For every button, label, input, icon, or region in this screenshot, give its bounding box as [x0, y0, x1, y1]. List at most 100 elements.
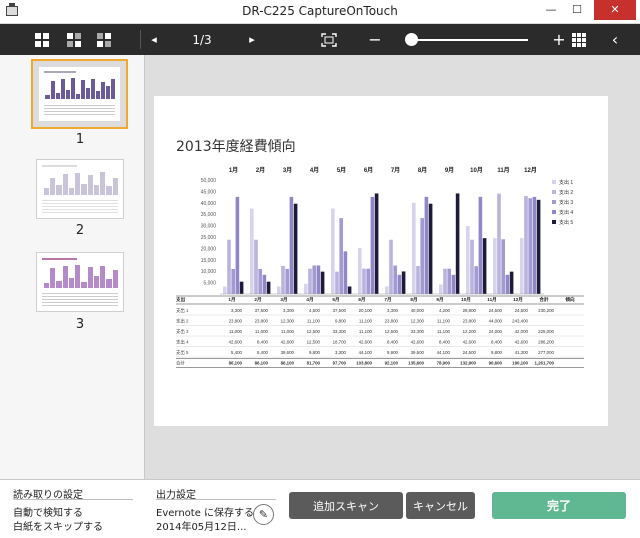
- table-cell: 3,300: [231, 308, 243, 313]
- table-cell: 230,200: [538, 308, 554, 313]
- table-cell: 44,100: [359, 350, 373, 355]
- table-cell: 8,400: [257, 340, 269, 345]
- table-cell: 23,800: [255, 319, 269, 324]
- output-filename[interactable]: 2014年05月12日...: [156, 518, 246, 533]
- page-viewer[interactable]: 2013年度経費傾向 5,000 10,000 15,000 20,000 25,000…: [145, 55, 640, 479]
- x-tick-label: 6月: [364, 166, 373, 174]
- y-tick-label: 30,000: [201, 224, 217, 230]
- collapse-panel-icon[interactable]: ‹: [606, 24, 624, 55]
- chart-bar: [254, 239, 258, 294]
- view-large-thumbnails-icon[interactable]: [30, 24, 54, 55]
- chart-bar: [474, 266, 478, 294]
- zoom-slider-track[interactable]: [410, 39, 528, 41]
- toolbar-divider: [140, 30, 141, 49]
- read-setting-skip-blank[interactable]: 白紙をスキップする: [13, 518, 103, 533]
- table-row-label: 支出 5: [176, 349, 189, 356]
- legend-label: 支出 5: [559, 219, 573, 226]
- chart-bar: [393, 265, 397, 294]
- chart-bar: [277, 286, 281, 294]
- table-cell: 42,600: [463, 340, 477, 345]
- table-cell: 41,300: [515, 350, 529, 355]
- thumbnail-page-2[interactable]: [36, 159, 124, 219]
- edit-output-button[interactable]: ✎: [253, 504, 274, 525]
- minimize-button[interactable]: —: [538, 0, 564, 20]
- legend-swatch: [552, 190, 556, 194]
- table-cell: 9,900: [387, 350, 399, 355]
- table-header: 12月: [513, 296, 523, 303]
- y-tick-label: 40,000: [201, 201, 217, 207]
- table-cell: 190,100: [512, 361, 528, 366]
- chart-bar: [227, 239, 231, 294]
- thumbnail-page-3[interactable]: [36, 252, 124, 312]
- done-button[interactable]: 完了: [492, 492, 626, 519]
- cancel-button[interactable]: キャンセル: [406, 492, 475, 519]
- table-cell: 12,300: [281, 319, 295, 324]
- table-cell: 33,300: [333, 329, 347, 334]
- chart-bar: [497, 193, 501, 294]
- toolbar: ◂ 1/3 ▸ − + ‹: [0, 24, 640, 55]
- next-page-icon[interactable]: ▸: [244, 24, 260, 55]
- x-tick-label: 8月: [418, 166, 427, 174]
- y-tick-label: 25,000: [201, 235, 217, 241]
- read-setting-auto-detect[interactable]: 自動で検知する: [13, 504, 83, 519]
- x-tick-label: 1月: [229, 166, 238, 174]
- table-row-label: 支出 3: [176, 328, 189, 335]
- table-cell: 277,000: [538, 350, 554, 355]
- table-cell: 24,000: [489, 329, 503, 334]
- table-header: 6月: [358, 296, 365, 303]
- zoom-slider-handle[interactable]: [405, 33, 418, 46]
- chart-bar: [524, 195, 528, 294]
- chart-bar: [466, 226, 470, 294]
- chart-bar: [401, 271, 406, 294]
- table-row-label: 支出 4: [176, 339, 189, 346]
- chart-bar: [501, 239, 505, 294]
- table-cell: 23,800: [229, 319, 243, 324]
- table-cell: 37,500: [255, 308, 269, 313]
- chart-bar: [358, 248, 362, 294]
- grid-view-icon[interactable]: [570, 24, 588, 55]
- table-header: 4月: [306, 296, 313, 303]
- chart-bar: [281, 265, 285, 294]
- thumbnail-number: 1: [75, 132, 85, 147]
- x-tick-label: 4月: [310, 166, 319, 174]
- thumbnail-page-1[interactable]: [31, 59, 128, 129]
- x-tick-label: 12月: [524, 166, 537, 174]
- table-cell: 4,200: [439, 308, 451, 313]
- x-tick-label: 5月: [337, 166, 346, 174]
- table-header: 3月: [280, 296, 287, 303]
- table-cell: 132,900: [460, 361, 476, 366]
- output-destination[interactable]: Evernote に保存する: [156, 504, 254, 519]
- table-row-label: 合計: [176, 360, 185, 367]
- table-cell: 86,100: [229, 361, 243, 366]
- table-cell: 92,100: [385, 361, 399, 366]
- close-button[interactable]: ✕: [594, 0, 636, 20]
- x-tick-label: 10月: [470, 166, 483, 174]
- chart-bar: [366, 268, 370, 294]
- view-small-thumbnails-icon[interactable]: [92, 24, 116, 55]
- chart-bar: [532, 196, 537, 294]
- x-tick-label: 2月: [256, 166, 265, 174]
- table-cell: 1,261,700: [534, 361, 554, 366]
- prev-page-icon[interactable]: ◂: [146, 24, 162, 55]
- chart-bar: [416, 265, 420, 294]
- add-scan-button[interactable]: 追加スキャン: [289, 492, 403, 519]
- zoom-in-icon[interactable]: +: [550, 24, 568, 55]
- table-cell: 78,900: [437, 361, 451, 366]
- table-header: 10月: [461, 296, 471, 303]
- chart-bar: [312, 265, 316, 294]
- view-medium-thumbnails-icon[interactable]: [62, 24, 86, 55]
- chart-bar: [262, 274, 267, 294]
- chart-bar: [455, 193, 460, 294]
- fit-page-icon[interactable]: [318, 24, 340, 55]
- page-preview: [37, 253, 123, 311]
- chart-bar: [320, 271, 325, 294]
- maximize-button[interactable]: ☐: [564, 0, 590, 20]
- y-tick-label: 35,000: [201, 212, 217, 218]
- chart-bar: [316, 265, 321, 294]
- zoom-out-icon[interactable]: −: [366, 24, 384, 55]
- table-cell: 44,000: [489, 319, 503, 324]
- table-cell: 12,500: [307, 329, 321, 334]
- chart-bar: [505, 274, 510, 294]
- chart-bar: [509, 271, 514, 294]
- y-tick-label: 15,000: [201, 258, 217, 264]
